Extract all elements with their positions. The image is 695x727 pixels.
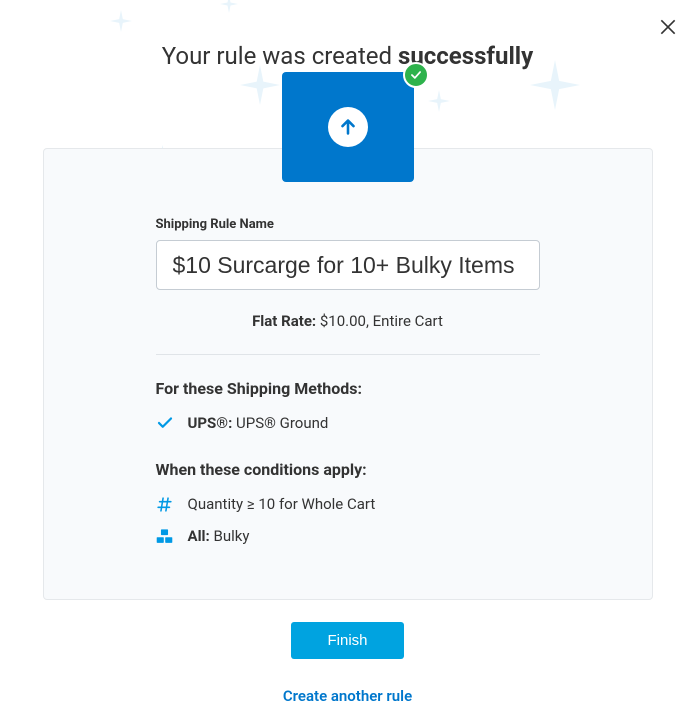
shipping-methods-heading: For these Shipping Methods: [156, 379, 540, 398]
sparkle-icon [428, 90, 450, 112]
page-title: Your rule was created successfully [0, 0, 695, 70]
divider [156, 354, 540, 355]
finish-button[interactable]: Finish [291, 622, 403, 659]
conditions-heading: When these conditions apply: [156, 460, 540, 479]
shipping-method-row: UPS®: UPS® Ground [156, 414, 540, 432]
create-another-link[interactable]: Create another rule [43, 687, 653, 705]
shipping-card-icon [282, 72, 414, 182]
sparkle-icon [240, 65, 280, 105]
rate-value: $10.00, Entire Cart [316, 312, 443, 330]
rate-label: Flat Rate: [252, 312, 316, 330]
close-icon[interactable] [658, 17, 678, 37]
condition-row: All: Bulky [156, 527, 540, 545]
condition-text: All: Bulky [188, 527, 250, 545]
check-icon [156, 414, 174, 432]
method-text: UPS®: UPS® Ground [188, 414, 329, 432]
rule-name-input[interactable] [156, 240, 540, 290]
hash-icon [156, 496, 174, 513]
condition-text: Quantity ≥ 10 for Whole Cart [188, 495, 376, 513]
rate-summary: Flat Rate: $10.00, Entire Cart [156, 312, 540, 330]
condition-row: Quantity ≥ 10 for Whole Cart [156, 495, 540, 513]
success-badge-icon [403, 62, 429, 88]
rule-name-label: Shipping Rule Name [156, 217, 540, 232]
rule-summary-card: Shipping Rule Name Flat Rate: $10.00, En… [43, 148, 653, 600]
boxes-icon [156, 528, 174, 545]
title-prefix: Your rule was created [162, 42, 398, 70]
